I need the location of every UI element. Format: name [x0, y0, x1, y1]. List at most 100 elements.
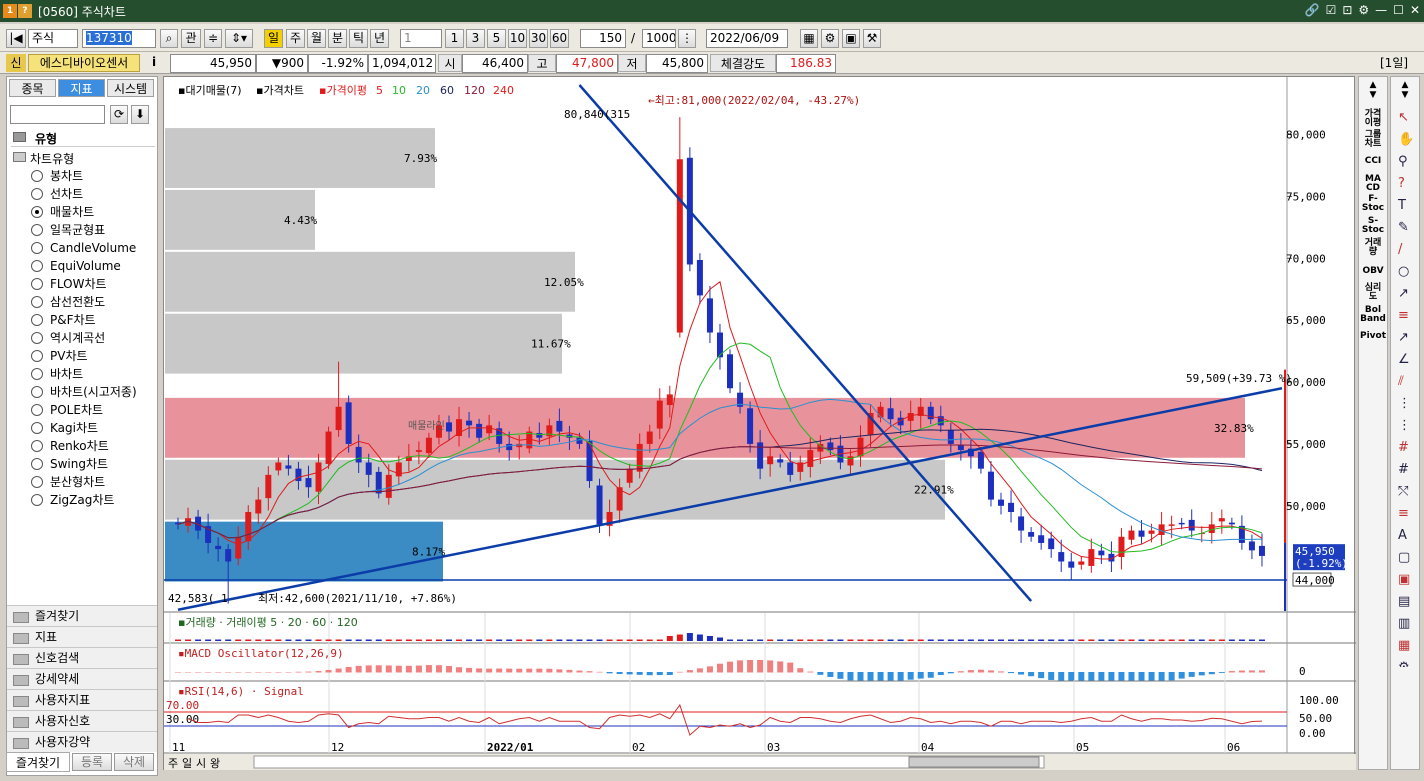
period-year[interactable]: 년: [370, 29, 389, 48]
market-select[interactable]: 주식: [28, 29, 78, 48]
register-button[interactable]: 등록: [72, 753, 112, 771]
drawing-tool-icon[interactable]: ⋮: [1398, 396, 1411, 411]
drawing-tool-icon[interactable]: ↗: [1398, 330, 1409, 345]
quick-unit-30[interactable]: 30: [529, 29, 548, 48]
prev-stock-button[interactable]: |◀: [6, 29, 26, 48]
scroll-up-icon[interactable]: ▲: [1359, 81, 1387, 90]
chart-type-label[interactable]: 선차트: [50, 187, 83, 201]
scroll-down-icon-2[interactable]: ▼: [1391, 91, 1419, 100]
chart-type-radio[interactable]: [31, 296, 43, 308]
drawing-tool-icon[interactable]: ✋: [1398, 131, 1414, 147]
drawing-tool-icon[interactable]: ▣: [1398, 572, 1410, 587]
gwan-button[interactable]: 관: [181, 29, 201, 48]
chart-type-label[interactable]: PV차트: [50, 349, 88, 363]
chart-type-radio[interactable]: [31, 494, 43, 506]
pivot-tool[interactable]: Pivot: [1359, 332, 1387, 341]
drawing-tool-icon[interactable]: ⫽: [1397, 374, 1404, 389]
chart-type-label[interactable]: 분산형차트: [50, 475, 105, 489]
help-icon[interactable]: ?: [18, 4, 32, 18]
drawing-tool-icon[interactable]: #: [1398, 462, 1409, 477]
chart-type-label[interactable]: CandleVolume: [50, 241, 136, 255]
quick-unit-5[interactable]: 5: [487, 29, 506, 48]
search-button[interactable]: ⌕: [160, 29, 178, 48]
chart-type-label[interactable]: 일목균형표: [50, 223, 105, 237]
info-icon[interactable]: i: [152, 55, 156, 69]
download-icon[interactable]: ⬇: [131, 105, 149, 124]
folder-item[interactable]: 사용자신호: [7, 710, 157, 731]
range-icon[interactable]: ⋮: [678, 29, 696, 48]
save-chart-icon[interactable]: ▣: [842, 29, 860, 48]
drawing-tool-icon[interactable]: ⤲: [1397, 484, 1408, 499]
price-ma-tool[interactable]: 가격 이평: [1359, 110, 1387, 128]
chart-type-label[interactable]: 삼선전환도: [50, 295, 105, 309]
period-tick[interactable]: 틱: [349, 29, 368, 48]
macd-tool[interactable]: MA CD: [1359, 175, 1387, 193]
quick-unit-60[interactable]: 60: [550, 29, 569, 48]
drawing-tool-icon[interactable]: ▥: [1398, 616, 1410, 631]
updown-button[interactable]: ⇕▾: [225, 29, 253, 48]
chart-type-radio[interactable]: [31, 332, 43, 344]
link-icon[interactable]: 🔗: [1305, 3, 1320, 17]
folder-item[interactable]: 즐겨찾기: [7, 605, 157, 626]
chart-canvas[interactable]: 7.93%4.43%12.05%11.67%32.83%22.91%8.17%8…: [164, 77, 1356, 771]
chart-type-radio[interactable]: [31, 368, 43, 380]
chart-type-radio[interactable]: [31, 314, 43, 326]
psycho-tool[interactable]: 심리 도: [1359, 284, 1387, 302]
drawing-tool-icon[interactable]: ↖: [1398, 110, 1409, 125]
group-chart-tool[interactable]: 그룹 차트: [1359, 131, 1387, 149]
save-icon[interactable]: ☑: [1326, 3, 1337, 17]
drawing-tool-icon[interactable]: ⋮: [1398, 418, 1411, 433]
chart-type-radio[interactable]: [31, 422, 43, 434]
tab-indicator[interactable]: 지표: [58, 79, 105, 97]
section-header[interactable]: 유형: [11, 129, 155, 147]
chart-type-label[interactable]: Kagi차트: [50, 421, 98, 435]
delete-button[interactable]: 삭제: [114, 753, 154, 771]
drawing-tool-icon[interactable]: ∠: [1398, 352, 1410, 367]
drawing-tool-icon[interactable]: ▦: [1398, 638, 1410, 653]
chart-type-radio[interactable]: [31, 188, 43, 200]
drawing-tool-icon[interactable]: #: [1398, 440, 1409, 455]
chart-type-label[interactable]: Renko차트: [50, 439, 109, 453]
chart-type-radio[interactable]: [31, 458, 43, 470]
folder-item[interactable]: 지표: [7, 626, 157, 647]
scroll-down-icon[interactable]: ▼: [1359, 91, 1387, 100]
chart-type-radio[interactable]: [31, 350, 43, 362]
drawing-tool-icon[interactable]: ≡: [1398, 506, 1409, 521]
folder-item[interactable]: 신호검색: [7, 647, 157, 668]
chart-type-radio[interactable]: [31, 476, 43, 488]
tab-stock[interactable]: 종목: [9, 79, 56, 97]
stack-button[interactable]: ≑: [204, 29, 222, 48]
config-icon[interactable]: ⚙: [821, 29, 839, 48]
unit-select[interactable]: 1: [400, 29, 442, 48]
chart-type-radio[interactable]: [31, 170, 43, 182]
obv-tool[interactable]: OBV: [1359, 267, 1387, 276]
drawing-tool-icon[interactable]: ✎: [1398, 220, 1409, 235]
drawing-tool-icon[interactable]: A: [1398, 528, 1407, 543]
drawing-tool-icon[interactable]: ▢: [1398, 550, 1410, 565]
chart-type-radio[interactable]: [31, 440, 43, 452]
folder-item[interactable]: 사용자지표: [7, 689, 157, 710]
chart-type-label[interactable]: 바차트: [50, 367, 83, 381]
period-week[interactable]: 주: [286, 29, 305, 48]
quick-unit-10[interactable]: 10: [508, 29, 527, 48]
drawing-tool-icon[interactable]: ○: [1398, 264, 1409, 279]
sstoc-tool[interactable]: S- Stoc: [1359, 217, 1387, 235]
settings-icon[interactable]: ⚙: [1358, 3, 1369, 17]
chart-type-label[interactable]: 역시계곡선: [50, 331, 105, 345]
chart-type-label[interactable]: ZigZag차트: [50, 493, 114, 507]
chart-type-radio[interactable]: [31, 278, 43, 290]
chart-type-radio[interactable]: [31, 260, 43, 272]
chart-type-radio[interactable]: [31, 404, 43, 416]
drawing-tool-icon[interactable]: ↗: [1398, 286, 1409, 301]
chart-type-label[interactable]: POLE차트: [50, 403, 103, 417]
tools-icon[interactable]: ⚒: [863, 29, 881, 48]
chart-type-radio[interactable]: [31, 224, 43, 236]
chart-type-label[interactable]: 매물차트: [50, 205, 94, 219]
camera-icon[interactable]: ⊡: [1342, 3, 1352, 17]
chart-type-label[interactable]: 바차트(시고저종): [50, 385, 137, 399]
folder-item[interactable]: 강세약세: [7, 668, 157, 689]
drawing-tool-icon[interactable]: /: [1398, 242, 1403, 257]
count-input[interactable]: 150: [580, 29, 626, 48]
indicator-search-input[interactable]: [10, 105, 105, 124]
print-icon[interactable]: ▦: [800, 29, 818, 48]
